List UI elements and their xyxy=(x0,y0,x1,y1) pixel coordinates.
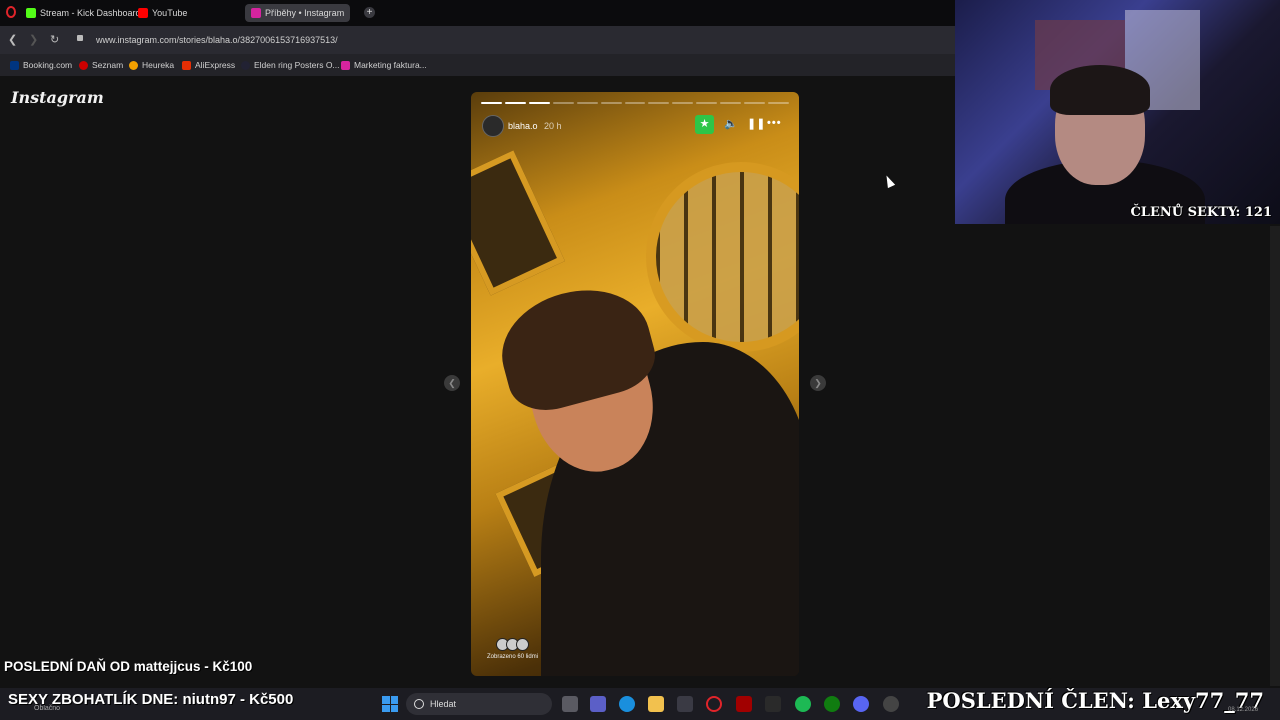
lock-icon xyxy=(77,35,83,41)
last-member-overlay: POSLEDNÍ ČLEN: Lexy77_77 xyxy=(926,688,1264,713)
story-viewer[interactable]: blaha.o 20 h ★ 🔈 ❚❚ ••• Zobrazeno 60 lid… xyxy=(471,92,799,676)
page-scrollbar[interactable] xyxy=(1270,226,1280,686)
close-friends-star-icon: ★ xyxy=(695,115,714,134)
progress-segment xyxy=(624,102,646,104)
url-field[interactable]: www.instagram.com/stories/blaha.o/382700… xyxy=(96,35,338,45)
story-image xyxy=(471,150,565,296)
top-donor-overlay: SEXY ZBOHATLÍK DNE: niutn97 - Kč500 xyxy=(8,691,294,708)
progress-segment xyxy=(648,102,670,104)
file-explorer-icon[interactable] xyxy=(648,696,664,712)
bookmark-heureka[interactable]: Heureka xyxy=(129,60,174,70)
tab-kick-dashboard[interactable]: Stream - Kick Dashboard xyxy=(26,4,141,22)
spotify-icon[interactable] xyxy=(795,696,811,712)
taskbar-search[interactable] xyxy=(406,693,552,715)
heureka-icon xyxy=(129,60,138,70)
next-story-icon[interactable]: ❯ xyxy=(810,375,826,391)
bookmark-label: Seznam xyxy=(92,60,124,70)
bookmark-elden-ring[interactable]: Elden ring Posters O... xyxy=(241,60,340,70)
instagram-logo[interactable]: Instagram xyxy=(11,88,104,107)
progress-segment xyxy=(768,102,789,104)
aliexpress-icon xyxy=(182,60,191,70)
volume-icon[interactable]: 🔈 xyxy=(724,117,738,130)
previous-story-icon[interactable]: ❮ xyxy=(444,375,460,391)
new-tab-button[interactable]: + xyxy=(364,7,375,18)
taskbar-search-text[interactable]: Hledat xyxy=(430,699,456,709)
last-tax-overlay: POSLEDNÍ DAŇ OD mattejjcus - Kč100 xyxy=(4,659,253,674)
teams-icon[interactable] xyxy=(590,696,606,712)
progress-segment xyxy=(720,102,742,104)
app-icon[interactable] xyxy=(883,696,899,712)
tab-label: Příběhy • Instagram xyxy=(265,8,345,18)
tab-label: YouTube xyxy=(152,8,188,18)
tab-label: Stream - Kick Dashboard xyxy=(40,8,141,18)
story-image xyxy=(646,162,799,352)
progress-segment xyxy=(528,102,550,104)
progress-segment xyxy=(576,102,598,104)
search-icon xyxy=(414,699,424,709)
more-options-icon[interactable]: ••• xyxy=(767,117,782,129)
story-username[interactable]: blaha.o xyxy=(508,121,538,131)
avatar[interactable] xyxy=(482,115,504,137)
bookmark-label: AliExpress xyxy=(195,60,236,70)
kick-icon xyxy=(26,8,36,18)
story-progress-bar xyxy=(481,102,789,104)
bookmark-label: Elden ring Posters O... xyxy=(254,60,340,70)
pause-icon[interactable]: ❚❚ xyxy=(747,117,765,130)
bookmark-aliexpress[interactable]: AliExpress xyxy=(182,60,235,70)
bookmark-label: Booking.com xyxy=(23,60,73,70)
webcam-overlay xyxy=(955,0,1280,224)
back-icon[interactable]: ❮ xyxy=(8,33,17,46)
bookmark-booking[interactable]: Booking.com xyxy=(10,60,72,70)
seznam-icon xyxy=(79,60,88,70)
progress-segment xyxy=(504,102,526,104)
forward-icon[interactable]: ❯ xyxy=(29,33,38,46)
viewer-avatars[interactable] xyxy=(496,638,529,651)
bookmark-seznam[interactable]: Seznam xyxy=(79,60,123,70)
elden-ring-icon xyxy=(241,60,250,70)
seen-by-count[interactable]: Zobrazeno 60 lidmi xyxy=(487,654,538,660)
edge-icon[interactable] xyxy=(619,696,635,712)
epic-games-icon[interactable] xyxy=(765,696,781,712)
bookmark-marketing[interactable]: Marketing faktura... xyxy=(341,60,427,70)
tab-youtube[interactable]: YouTube xyxy=(138,4,187,22)
opera-logo-icon[interactable] xyxy=(6,6,16,18)
webcam-image xyxy=(1050,65,1150,115)
task-view-icon[interactable] xyxy=(562,696,578,712)
opera-taskbar-icon[interactable] xyxy=(706,696,722,712)
progress-segment xyxy=(552,102,574,104)
marketing-icon xyxy=(341,60,350,70)
windows-start-icon[interactable] xyxy=(382,696,398,712)
bookmark-label: Heureka xyxy=(142,60,175,70)
clock[interactable]: 08.12.2026 xyxy=(1228,707,1258,713)
progress-segment xyxy=(672,102,694,104)
store-icon[interactable] xyxy=(677,696,693,712)
xbox-icon[interactable] xyxy=(824,696,840,712)
progress-segment xyxy=(696,102,718,104)
member-count-label: ČLENŮ SEKTY: 121 xyxy=(1130,205,1272,220)
mouse-cursor-icon xyxy=(882,173,896,189)
progress-segment xyxy=(600,102,622,104)
instagram-icon xyxy=(251,8,261,18)
tab-instagram[interactable]: Příběhy • Instagram xyxy=(245,4,351,22)
story-time: 20 h xyxy=(544,121,562,131)
booking-icon xyxy=(10,60,19,70)
reload-icon[interactable]: ↻ xyxy=(50,33,59,46)
bookmark-label: Marketing faktura... xyxy=(354,60,427,70)
progress-segment xyxy=(481,102,502,104)
progress-segment xyxy=(744,102,766,104)
discord-icon[interactable] xyxy=(853,696,869,712)
youtube-icon xyxy=(138,8,148,18)
red-app-icon[interactable] xyxy=(736,696,752,712)
